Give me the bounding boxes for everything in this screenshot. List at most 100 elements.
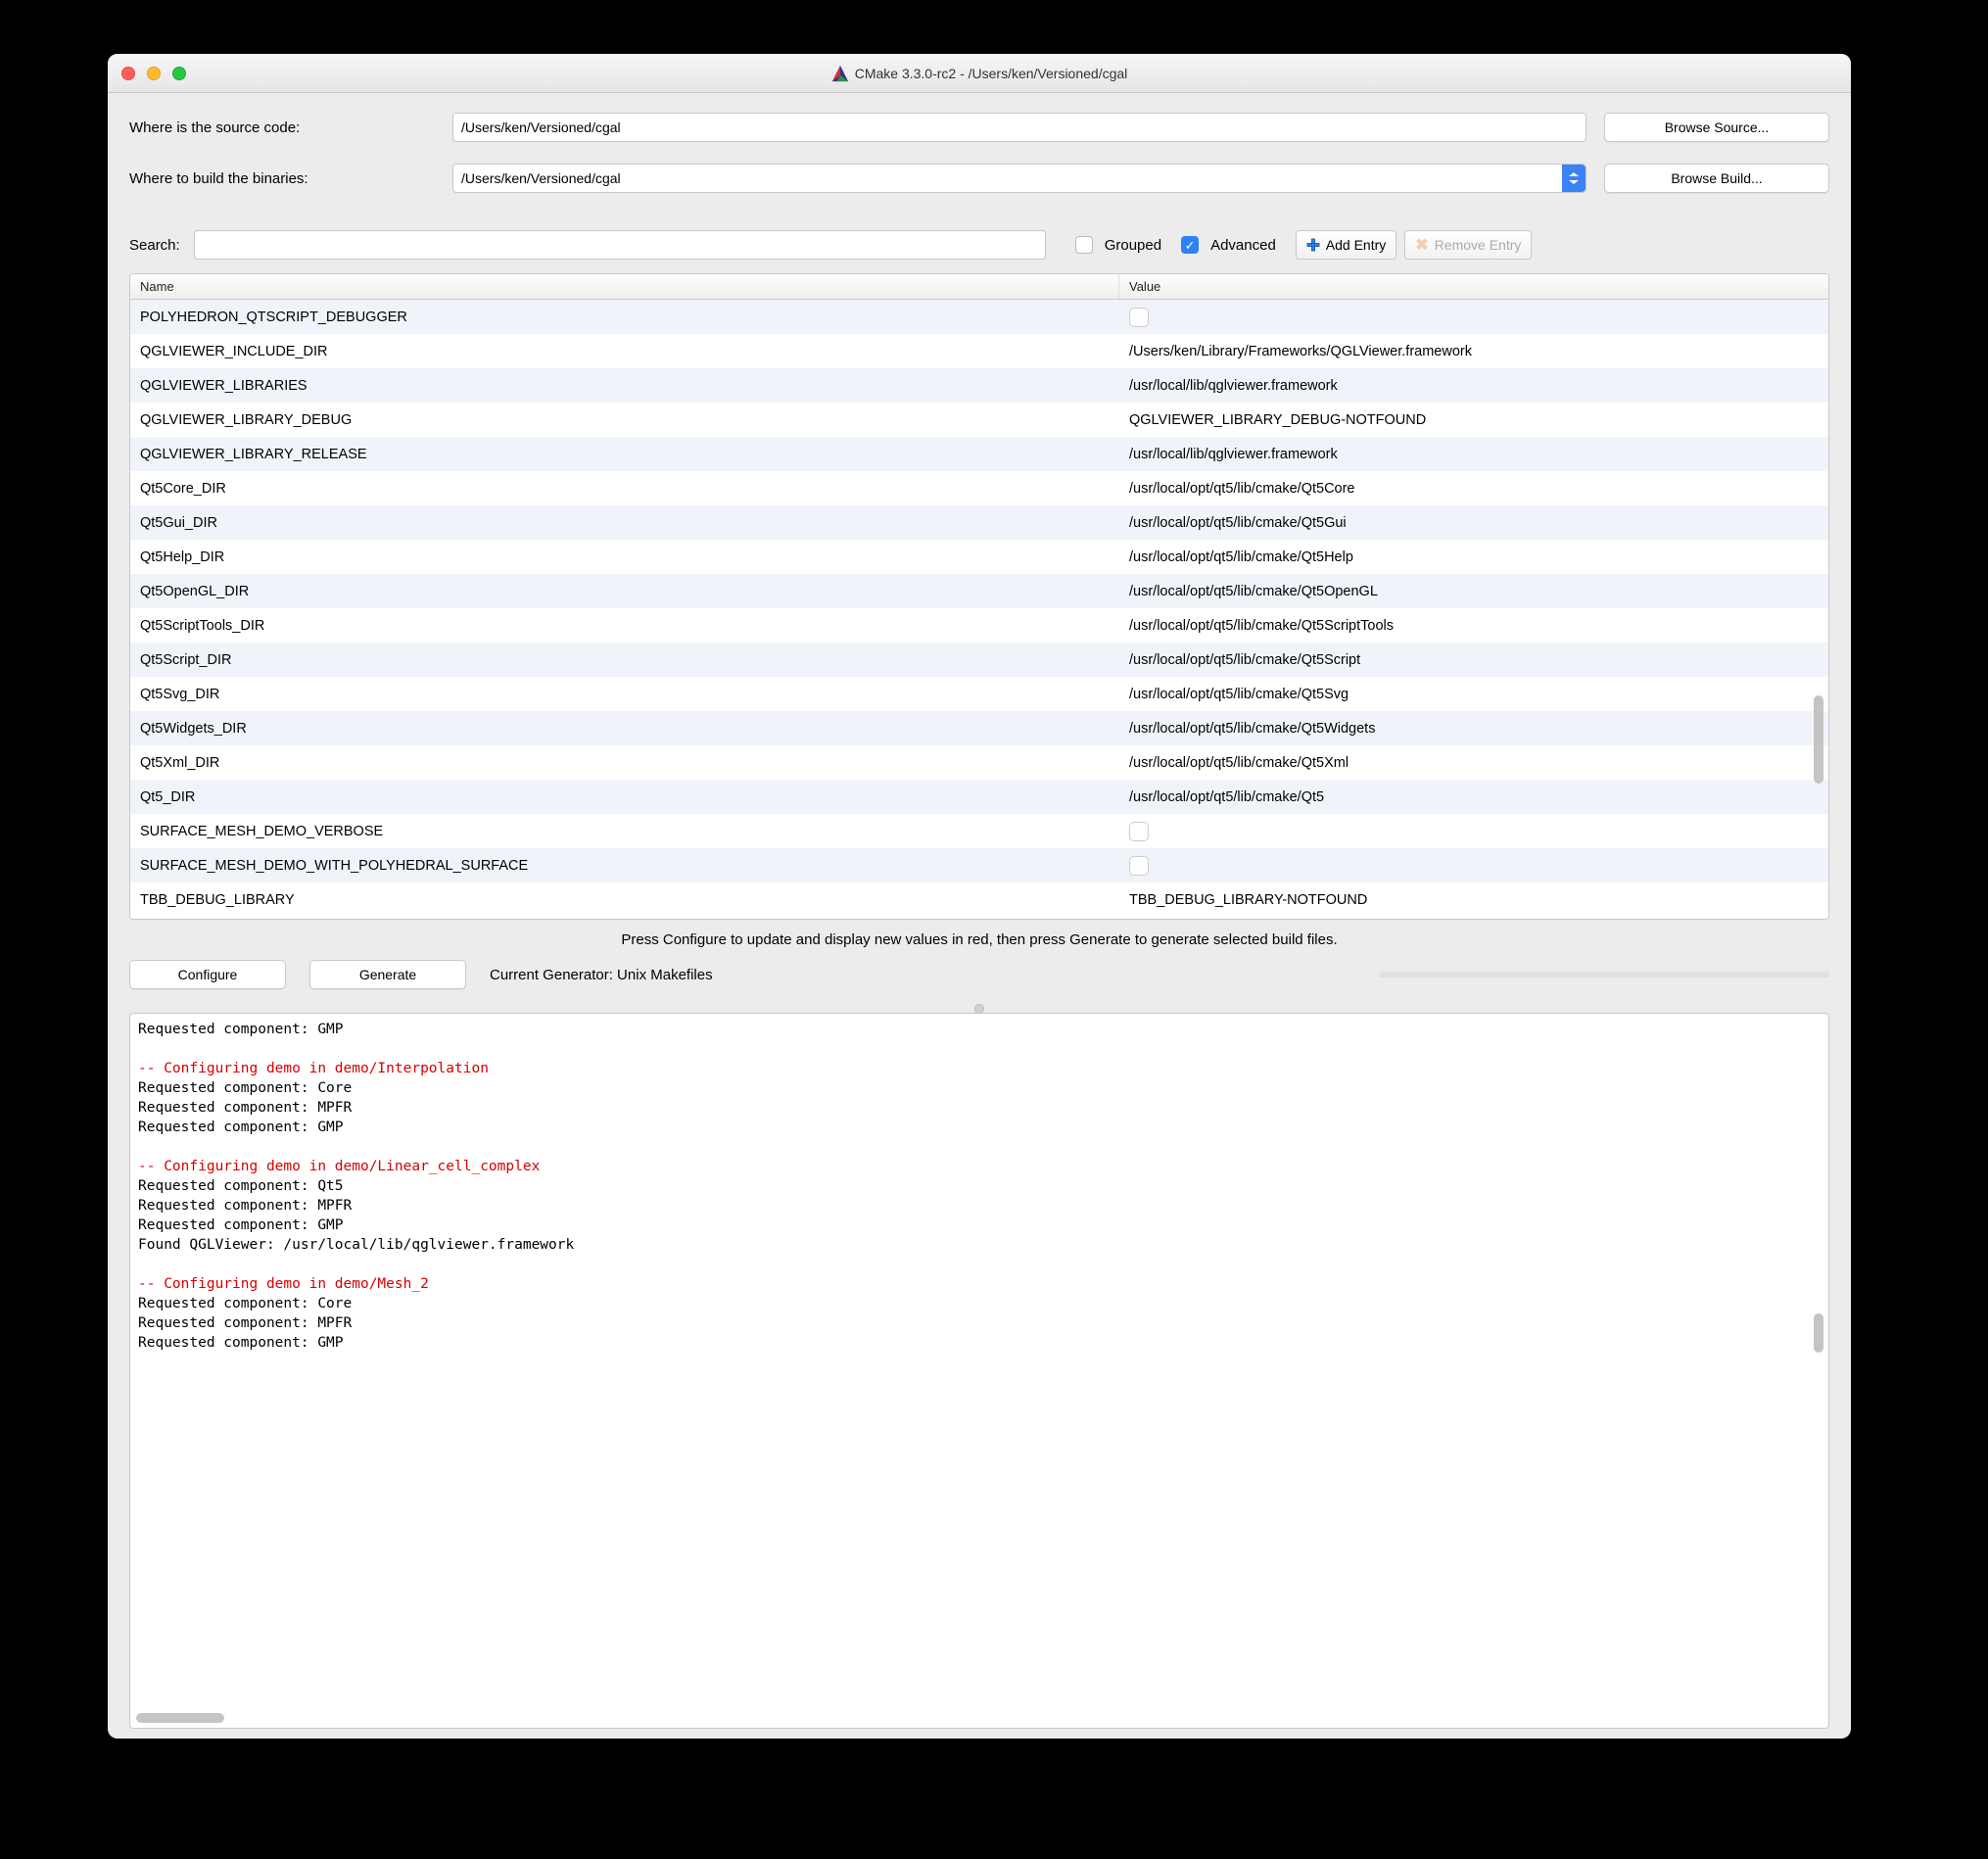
variable-name: Qt5_DIR [130,789,1119,805]
checkbox-icon[interactable] [1129,308,1149,327]
variable-name: SURFACE_MESH_DEMO_WITH_POLYHEDRAL_SURFAC… [130,858,1119,874]
variable-value[interactable]: /usr/local/opt/qt5/lib/cmake/Qt5Svg [1119,687,1828,702]
window-controls [121,67,186,80]
output-log[interactable]: Requested component: GMP -- Configuring … [129,1013,1829,1729]
variable-value[interactable]: /usr/local/opt/qt5/lib/cmake/Qt5Gui [1119,515,1828,531]
checkbox-icon[interactable] [1129,822,1149,841]
advanced-label: Advanced [1210,237,1276,254]
table-row[interactable]: Qt5Gui_DIR/usr/local/opt/qt5/lib/cmake/Q… [130,505,1828,540]
variable-value[interactable]: /Users/ken/Library/Frameworks/QGLViewer.… [1119,344,1828,359]
advanced-checkbox[interactable] [1181,236,1199,254]
variable-value[interactable]: /usr/local/lib/qglviewer.framework [1119,447,1828,462]
output-scrollbar-vertical[interactable] [1812,1020,1825,1706]
zoom-icon[interactable] [172,67,186,80]
generate-button[interactable]: Generate [309,960,466,989]
variable-value[interactable] [1119,822,1828,841]
window-title: CMake 3.3.0-rc2 - /Users/ken/Versioned/c… [855,66,1128,81]
variable-name: Qt5Script_DIR [130,652,1119,668]
table-row[interactable]: Qt5Svg_DIR/usr/local/opt/qt5/lib/cmake/Q… [130,677,1828,711]
add-entry-label: Add Entry [1326,237,1386,253]
table-scrollbar[interactable] [1812,304,1825,913]
variable-name: POLYHEDRON_QTSCRIPT_DEBUGGER [130,310,1119,325]
remove-entry-button: ✖ Remove Entry [1404,230,1532,260]
hint-text: Press Configure to update and display ne… [108,920,1851,954]
build-path-dropdown-icon[interactable] [1562,165,1586,192]
add-entry-button[interactable]: Add Entry [1296,230,1396,260]
variable-name: Qt5Help_DIR [130,549,1119,565]
table-row[interactable]: TBB_DEBUG_LIBRARYTBB_DEBUG_LIBRARY-NOTFO… [130,882,1828,917]
variable-name: TBB_DEBUG_LIBRARY [130,892,1119,908]
remove-icon: ✖ [1415,235,1428,255]
table-row[interactable]: Qt5OpenGL_DIR/usr/local/opt/qt5/lib/cmak… [130,574,1828,608]
variable-value[interactable]: /usr/local/opt/qt5/lib/cmake/Qt5Core [1119,481,1828,497]
minimize-icon[interactable] [147,67,161,80]
scrollbar-thumb[interactable] [136,1713,224,1723]
source-path-input[interactable] [452,113,1586,142]
column-header-name[interactable]: Name [130,274,1119,299]
build-label: Where to build the binaries: [129,170,452,187]
table-row[interactable]: QGLVIEWER_LIBRARIES/usr/local/lib/qglvie… [130,368,1828,403]
cmake-gui-window: CMake 3.3.0-rc2 - /Users/ken/Versioned/c… [108,54,1851,1739]
browse-source-button[interactable]: Browse Source... [1604,113,1829,142]
table-row[interactable]: Qt5Help_DIR/usr/local/opt/qt5/lib/cmake/… [130,540,1828,574]
output-scrollbar-horizontal[interactable] [136,1711,1811,1725]
table-row[interactable]: Qt5_DIR/usr/local/opt/qt5/lib/cmake/Qt5 [130,780,1828,814]
table-row[interactable]: SURFACE_MESH_DEMO_WITH_POLYHEDRAL_SURFAC… [130,848,1828,882]
remove-entry-label: Remove Entry [1435,237,1522,253]
cache-variables-table: Name Value POLYHEDRON_QTSCRIPT_DEBUGGER Q… [129,273,1829,920]
build-path-combo[interactable] [452,164,1586,193]
grouped-label: Grouped [1105,237,1161,254]
table-row[interactable]: QGLVIEWER_LIBRARY_RELEASE/usr/local/lib/… [130,437,1828,471]
variable-name: Qt5OpenGL_DIR [130,584,1119,599]
column-header-value[interactable]: Value [1119,274,1828,299]
variable-value[interactable]: /usr/local/opt/qt5/lib/cmake/Qt5Help [1119,549,1828,565]
scrollbar-thumb[interactable] [1814,695,1823,784]
table-row[interactable]: Qt5ScriptTools_DIR/usr/local/opt/qt5/lib… [130,608,1828,643]
variable-value[interactable]: /usr/local/opt/qt5/lib/cmake/Qt5OpenGL [1119,584,1828,599]
table-row[interactable]: Qt5Script_DIR/usr/local/opt/qt5/lib/cmak… [130,643,1828,677]
variable-value[interactable] [1119,308,1828,327]
progress-bar [1379,972,1829,977]
variable-name: Qt5Core_DIR [130,481,1119,497]
variable-value[interactable]: /usr/local/opt/qt5/lib/cmake/Qt5Widgets [1119,721,1828,737]
variable-name: Qt5Svg_DIR [130,687,1119,702]
table-row[interactable]: SURFACE_MESH_DEMO_VERBOSE [130,814,1828,848]
table-row[interactable]: Qt5Widgets_DIR/usr/local/opt/qt5/lib/cma… [130,711,1828,745]
variable-value[interactable]: /usr/local/opt/qt5/lib/cmake/Qt5Script [1119,652,1828,668]
browse-build-button[interactable]: Browse Build... [1604,164,1829,193]
grouped-checkbox[interactable] [1075,236,1093,254]
variable-name: Qt5Gui_DIR [130,515,1119,531]
variable-name: Qt5Xml_DIR [130,755,1119,771]
variable-value[interactable]: /usr/local/opt/qt5/lib/cmake/Qt5ScriptTo… [1119,618,1828,634]
variable-value[interactable] [1119,856,1828,876]
variable-value[interactable]: TBB_DEBUG_LIBRARY-NOTFOUND [1119,892,1828,908]
variable-value[interactable]: QGLVIEWER_LIBRARY_DEBUG-NOTFOUND [1119,412,1828,428]
search-label: Search: [129,237,180,254]
table-row[interactable]: POLYHEDRON_QTSCRIPT_DEBUGGER [130,300,1828,334]
variable-name: QGLVIEWER_LIBRARIES [130,378,1119,394]
variable-value[interactable]: /usr/local/opt/qt5/lib/cmake/Qt5Xml [1119,755,1828,771]
variable-name: SURFACE_MESH_DEMO_VERBOSE [130,824,1119,839]
configure-button[interactable]: Configure [129,960,286,989]
variable-name: Qt5ScriptTools_DIR [130,618,1119,634]
variable-value[interactable]: /usr/local/lib/qglviewer.framework [1119,378,1828,394]
variable-value[interactable]: /usr/local/opt/qt5/lib/cmake/Qt5 [1119,789,1828,805]
table-row[interactable]: Qt5Core_DIR/usr/local/opt/qt5/lib/cmake/… [130,471,1828,505]
variable-name: QGLVIEWER_LIBRARY_DEBUG [130,412,1119,428]
checkbox-icon[interactable] [1129,856,1149,876]
current-generator-label: Current Generator: Unix Makefiles [490,967,713,983]
splitter-handle[interactable] [108,1005,1851,1013]
titlebar: CMake 3.3.0-rc2 - /Users/ken/Versioned/c… [108,54,1851,93]
search-input[interactable] [194,230,1046,260]
table-row[interactable]: Qt5Xml_DIR/usr/local/opt/qt5/lib/cmake/Q… [130,745,1828,780]
plus-icon [1306,238,1320,252]
variable-name: QGLVIEWER_LIBRARY_RELEASE [130,447,1119,462]
table-row[interactable]: QGLVIEWER_LIBRARY_DEBUGQGLVIEWER_LIBRARY… [130,403,1828,437]
source-label: Where is the source code: [129,119,452,136]
variable-name: Qt5Widgets_DIR [130,721,1119,737]
scrollbar-thumb[interactable] [1814,1313,1823,1353]
table-row[interactable]: QGLVIEWER_INCLUDE_DIR/Users/ken/Library/… [130,334,1828,368]
cmake-logo-icon [831,65,849,82]
close-icon[interactable] [121,67,135,80]
variable-name: QGLVIEWER_INCLUDE_DIR [130,344,1119,359]
